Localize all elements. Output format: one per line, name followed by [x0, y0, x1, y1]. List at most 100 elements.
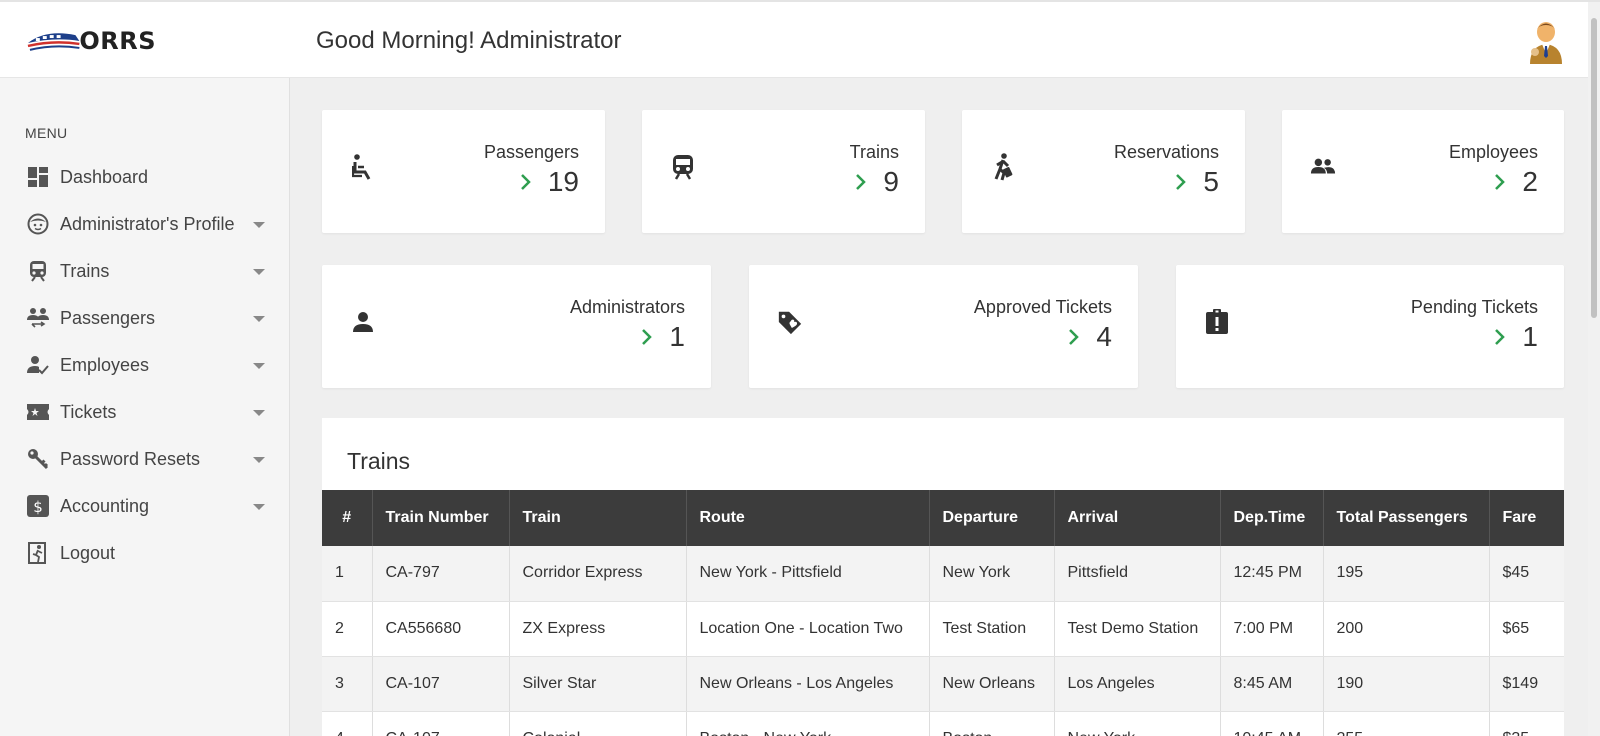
stat-card-administrators[interactable]: Administrators 1	[322, 265, 711, 388]
menu-heading: MENU	[25, 125, 68, 141]
sidebar-item-label: Employees	[60, 354, 150, 375]
seat-icon	[350, 152, 376, 182]
table-cell: New Orleans	[929, 656, 1055, 712]
tag-heart-icon	[777, 307, 803, 337]
table-cell: 10:45 AM	[1220, 711, 1324, 736]
table-cell: 190	[1323, 656, 1490, 712]
person-check-icon	[26, 353, 50, 377]
table-cell: 7:00 PM	[1220, 601, 1324, 657]
sidebar-item-label: Logout	[60, 542, 116, 563]
sidebar-item-trains[interactable]: Trains	[0, 248, 289, 294]
table-cell: Colonial	[509, 711, 687, 736]
table-row[interactable]: 4 CA-107 Colonial Boston - New York Bost…	[322, 711, 1564, 736]
train-icon	[26, 259, 50, 283]
sidebar-item-label: Tickets	[60, 401, 117, 422]
stat-value: 1	[1522, 321, 1538, 352]
stat-card-employees[interactable]: Employees 2	[1282, 110, 1564, 233]
column-header[interactable]: Train Number	[372, 490, 510, 546]
stat-title: Administrators	[569, 297, 685, 317]
table-cell: Los Angeles	[1054, 656, 1221, 712]
column-header[interactable]: Route	[686, 490, 930, 546]
table-cell: Test Station	[929, 601, 1055, 657]
chevron-down-icon	[253, 222, 265, 228]
table-cell: 255	[1323, 711, 1490, 736]
sidebar-item-passengers[interactable]: Passengers	[0, 295, 289, 341]
stat-value: 19	[547, 166, 579, 197]
table-cell: CA556680	[372, 601, 510, 657]
sidebar-item-label: Password Resets	[60, 448, 201, 469]
stat-title: Reservations	[1113, 142, 1219, 162]
sidebar-item-admin-profile[interactable]: Administrator's Profile	[0, 201, 289, 247]
column-header[interactable]: Departure	[929, 490, 1055, 546]
dollar-icon: $	[26, 494, 50, 518]
person-icon	[350, 307, 376, 337]
table-cell: New York	[1054, 711, 1221, 736]
table-cell: ZX Express	[509, 601, 687, 657]
table-row[interactable]: 1 CA-797 Corridor Express New York - Pit…	[322, 546, 1564, 602]
column-header[interactable]: Total Passengers	[1323, 490, 1490, 546]
table-cell: New Orleans - Los Angeles	[686, 656, 930, 712]
clipboard-alert-icon	[1204, 307, 1230, 337]
table-cell: Boston	[929, 711, 1055, 736]
column-header[interactable]: Fare	[1489, 490, 1564, 546]
user-avatar[interactable]	[1526, 20, 1566, 64]
column-header[interactable]: #	[322, 490, 373, 546]
chevron-down-icon	[253, 504, 265, 510]
sidebar-item-tickets[interactable]: Tickets	[0, 389, 289, 435]
table-cell: $45	[1489, 546, 1564, 602]
sidebar-item-accounting[interactable]: $ Accounting	[0, 483, 289, 529]
stat-card-reservations[interactable]: Reservations 5	[962, 110, 1245, 233]
stat-value: 5	[1203, 166, 1219, 197]
table-cell: Corridor Express	[509, 546, 687, 602]
table-cell: New York - Pittsfield	[686, 546, 930, 602]
greeting-text: Good Morning! Administrator	[316, 27, 622, 54]
admin-avatar-icon	[1530, 22, 1562, 64]
table-cell: Silver Star	[509, 656, 687, 712]
sidebar-item-label: Accounting	[60, 495, 150, 516]
walking-luggage-icon	[990, 152, 1016, 182]
stat-card-trains[interactable]: Trains 9	[642, 110, 925, 233]
sidebar-item-label: Administrator's Profile	[60, 213, 235, 234]
stat-value: 1	[669, 321, 685, 352]
scrollbar-thumb[interactable]	[1591, 18, 1597, 318]
table-cell: Pittsfield	[1054, 546, 1221, 602]
dashboard-icon	[26, 165, 50, 189]
stat-card-passengers[interactable]: Passengers 19	[322, 110, 605, 233]
train-icon	[670, 152, 696, 182]
sidebar-item-logout[interactable]: Logout	[0, 530, 289, 576]
table-cell: $35	[1489, 711, 1564, 736]
table-cell: $149	[1489, 656, 1564, 712]
key-icon	[26, 447, 50, 471]
column-header[interactable]: Dep.Time	[1220, 490, 1324, 546]
table-cell: 1	[322, 546, 373, 602]
sidebar-item-password-resets[interactable]: Password Resets	[0, 436, 289, 482]
sidebar-item-employees[interactable]: Employees	[0, 342, 289, 388]
table-cell: Test Demo Station	[1054, 601, 1221, 657]
chevron-right-icon	[520, 172, 534, 192]
chevron-right-icon	[1494, 172, 1508, 192]
table-cell: Boston - New York	[686, 711, 930, 736]
table-cell: 4	[322, 711, 373, 736]
top-header: ORRS Good Morning! Administrator	[0, 0, 1600, 78]
logo[interactable]: ORRS	[26, 26, 156, 56]
page-scrollbar[interactable]	[1588, 2, 1600, 736]
table-header-row: # Train Number Train Route Departure Arr…	[322, 490, 1564, 546]
stat-card-pending-tickets[interactable]: Pending Tickets 1	[1176, 265, 1564, 388]
table-cell: Location One - Location Two	[686, 601, 930, 657]
sidebar-item-label: Trains	[60, 260, 110, 281]
sidebar-item-label: Passengers	[60, 307, 156, 328]
table-row[interactable]: 2 CA556680 ZX Express Location One - Loc…	[322, 601, 1564, 657]
stat-value: 4	[1096, 321, 1112, 352]
table-row[interactable]: 3 CA-107 Silver Star New Orleans - Los A…	[322, 656, 1564, 712]
chevron-right-icon	[855, 172, 869, 192]
sidebar-item-dashboard[interactable]: Dashboard	[0, 154, 289, 200]
column-header[interactable]: Arrival	[1054, 490, 1221, 546]
stat-title: Trains	[849, 142, 899, 162]
stat-title: Pending Tickets	[1410, 297, 1538, 317]
sidebar-item-label: Dashboard	[60, 166, 149, 187]
column-header[interactable]: Train	[509, 490, 687, 546]
stat-card-approved-tickets[interactable]: Approved Tickets 4	[749, 265, 1138, 388]
table-cell: CA-107	[372, 656, 510, 712]
ticket-icon	[26, 400, 50, 424]
sidebar: MENU Dashboard Administrator's Profile T…	[0, 78, 290, 736]
